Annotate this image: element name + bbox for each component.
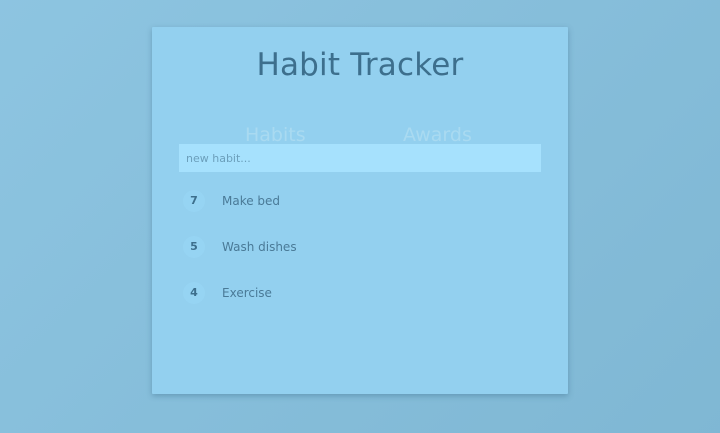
- habit-name: Exercise: [222, 286, 272, 300]
- tab-awards[interactable]: Awards: [403, 124, 472, 146]
- habit-item-make-bed[interactable]: 7 Make bed: [179, 185, 541, 231]
- habit-count-badge: 5: [183, 236, 205, 258]
- page-title: Habit Tracker: [256, 47, 464, 83]
- habit-item-exercise[interactable]: 4 Exercise: [179, 277, 541, 323]
- habit-list: 7 Make bed 5 Wash dishes 4 Exercise: [179, 185, 541, 323]
- habit-name: Wash dishes: [222, 240, 297, 254]
- habit-name: Make bed: [222, 194, 281, 208]
- habit-item-wash-dishes[interactable]: 5 Wash dishes: [179, 231, 541, 277]
- habit-tracker-card: Habit Tracker Habits Awards 7 Make bed 5…: [152, 27, 568, 394]
- habit-count-badge: 4: [183, 282, 205, 304]
- tab-habits[interactable]: Habits: [245, 124, 306, 146]
- new-habit-input[interactable]: [179, 144, 541, 172]
- habit-count-badge: 7: [183, 190, 205, 212]
